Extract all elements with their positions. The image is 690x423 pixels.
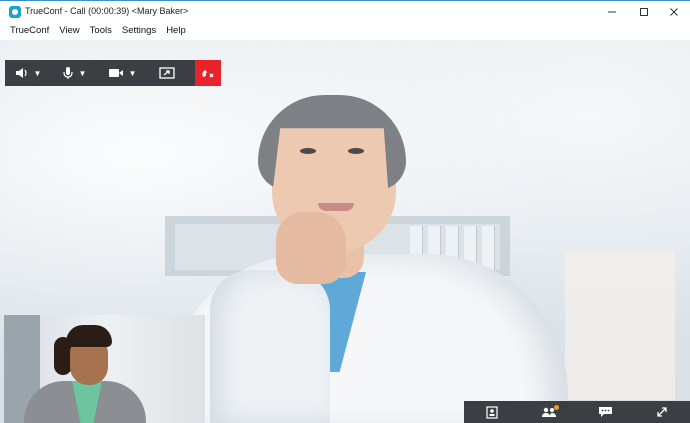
call-toolbar: ▼ ▼ ▼: [5, 60, 221, 86]
notification-badge: [553, 405, 559, 410]
chevron-down-icon[interactable]: ▼: [34, 69, 42, 78]
menu-tools[interactable]: Tools: [85, 22, 117, 40]
microphone-button[interactable]: ▼: [51, 60, 97, 86]
menu-bar: TrueConf View Tools Settings Help: [0, 22, 690, 40]
menu-trueconf[interactable]: TrueConf: [0, 22, 54, 40]
hang-up-icon: [202, 70, 214, 78]
trueconf-window: TrueConf - Call (00:00:39) <Mary Baker> …: [0, 0, 690, 423]
maximize-icon: [640, 8, 648, 16]
minimize-icon: [608, 11, 616, 13]
screen-share-button[interactable]: [147, 60, 187, 86]
window-title: TrueConf - Call (00:00:39) <Mary Baker>: [25, 6, 189, 16]
camera-icon: [108, 69, 123, 77]
menu-help[interactable]: Help: [161, 22, 191, 40]
screen-share-icon: [159, 67, 175, 79]
maximize-button[interactable]: [628, 1, 660, 23]
address-book-icon: [486, 405, 498, 419]
remote-video[interactable]: ▼ ▼ ▼: [0, 40, 690, 423]
trueconf-app-icon: [9, 6, 21, 18]
minimize-button[interactable]: [596, 1, 628, 23]
self-view-video[interactable]: [4, 315, 205, 423]
title-bar: TrueConf - Call (00:00:39) <Mary Baker>: [0, 0, 690, 22]
menu-settings[interactable]: Settings: [117, 22, 161, 40]
speaker-button[interactable]: ▼: [5, 60, 51, 86]
chevron-down-icon[interactable]: ▼: [79, 69, 87, 78]
bottom-toolbar: [464, 401, 690, 423]
microphone-icon: [62, 67, 73, 79]
address-book-button[interactable]: [464, 401, 521, 423]
menu-view[interactable]: View: [54, 22, 84, 40]
close-icon: [670, 8, 678, 16]
hang-up-button[interactable]: [195, 60, 221, 86]
close-button[interactable]: [658, 1, 690, 23]
chat-icon: [598, 407, 612, 417]
anatomy-chart: [565, 250, 675, 400]
doctor-hand: [276, 212, 346, 284]
chevron-down-icon[interactable]: ▼: [129, 69, 137, 78]
participants-button[interactable]: [521, 401, 578, 423]
camera-button[interactable]: ▼: [97, 60, 147, 86]
speaker-icon: [15, 68, 27, 78]
expand-button[interactable]: [634, 401, 690, 423]
expand-icon: [657, 407, 667, 417]
chat-button[interactable]: [577, 401, 634, 423]
